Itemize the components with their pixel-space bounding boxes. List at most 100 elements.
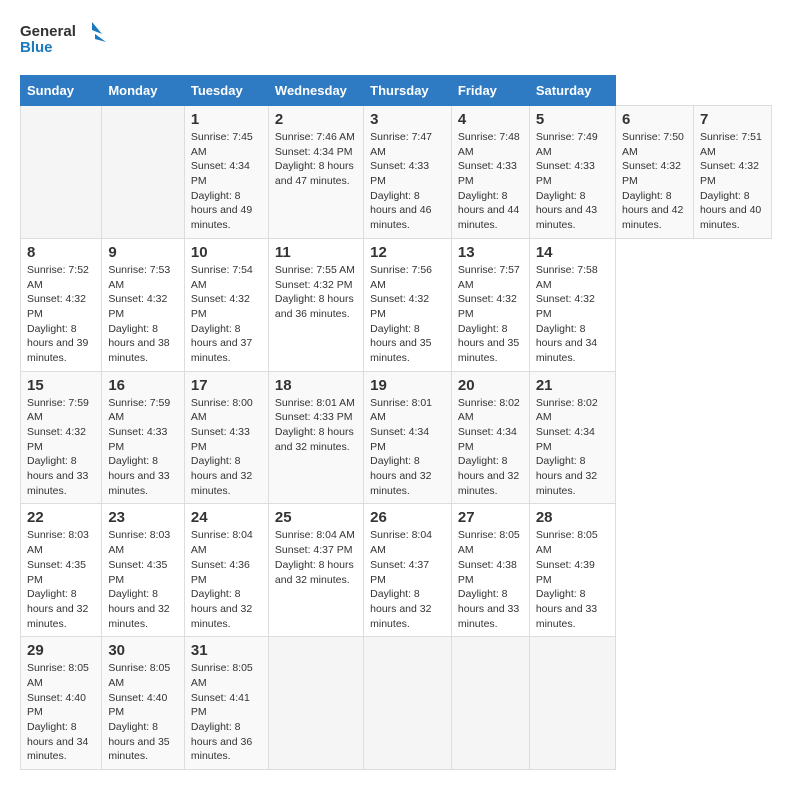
day-number: 17 [191, 377, 262, 394]
calendar-day-cell: 31 Sunrise: 8:05 AMSunset: 4:41 PMDayligh… [184, 637, 268, 770]
cell-content: Sunrise: 7:56 AMSunset: 4:32 PMDaylight:… [370, 263, 445, 366]
cell-content: Sunrise: 7:51 AMSunset: 4:32 PMDaylight:… [700, 130, 765, 233]
day-number: 30 [108, 642, 178, 659]
day-number: 4 [458, 111, 523, 128]
day-number: 6 [622, 111, 687, 128]
cell-content: Sunrise: 8:04 AMSunset: 4:37 PMDaylight:… [370, 528, 445, 631]
calendar-day-cell: 5 Sunrise: 7:49 AMSunset: 4:33 PMDaylight… [529, 106, 615, 239]
cell-content: Sunrise: 8:04 AMSunset: 4:36 PMDaylight:… [191, 528, 262, 631]
calendar-day-cell: 23 Sunrise: 8:03 AMSunset: 4:35 PMDayligh… [102, 504, 185, 637]
logo-svg: General Blue [20, 20, 110, 65]
cell-content: Sunrise: 7:47 AMSunset: 4:33 PMDaylight:… [370, 130, 445, 233]
cell-content: Sunrise: 8:00 AMSunset: 4:33 PMDaylight:… [191, 396, 262, 499]
cell-content: Sunrise: 8:01 AMSunset: 4:33 PMDaylight:… [275, 396, 357, 455]
day-header-sunday: Sunday [21, 76, 102, 106]
calendar-day-cell: 13Sunrise: 7:57 AMSunset: 4:32 PMDayligh… [451, 238, 529, 371]
day-number: 16 [108, 377, 178, 394]
day-number: 28 [536, 509, 609, 526]
day-number: 31 [191, 642, 262, 659]
cell-content: Sunrise: 7:59 AMSunset: 4:33 PMDaylight:… [108, 396, 178, 499]
calendar-body: 1 Sunrise: 7:45 AMSunset: 4:34 PMDaylight… [21, 106, 772, 770]
cell-content: Sunrise: 7:59 AMSunset: 4:32 PMDaylight:… [27, 396, 95, 499]
calendar-week-row: 29 Sunrise: 8:05 AMSunset: 4:40 PMDayligh… [21, 637, 772, 770]
calendar-day-cell: 24 Sunrise: 8:04 AMSunset: 4:36 PMDayligh… [184, 504, 268, 637]
cell-content: Sunrise: 7:46 AMSunset: 4:34 PMDaylight:… [275, 130, 357, 189]
calendar-table: SundayMondayTuesdayWednesdayThursdayFrid… [20, 75, 772, 770]
day-number: 25 [275, 509, 357, 526]
day-number: 24 [191, 509, 262, 526]
calendar-day-cell: 22 Sunrise: 8:03 AMSunset: 4:35 PMDayligh… [21, 504, 102, 637]
day-number: 14 [536, 244, 609, 261]
day-number: 26 [370, 509, 445, 526]
calendar-day-cell: 19 Sunrise: 8:01 AMSunset: 4:34 PMDayligh… [364, 371, 452, 504]
cell-content: Sunrise: 8:03 AMSunset: 4:35 PMDaylight:… [27, 528, 95, 631]
calendar-day-cell: 16 Sunrise: 7:59 AMSunset: 4:33 PMDayligh… [102, 371, 185, 504]
calendar-day-cell: 9Sunrise: 7:53 AMSunset: 4:32 PMDaylight… [102, 238, 185, 371]
day-header-friday: Friday [451, 76, 529, 106]
day-number: 23 [108, 509, 178, 526]
calendar-day-cell: 28 Sunrise: 8:05 AMSunset: 4:39 PMDayligh… [529, 504, 615, 637]
cell-content: Sunrise: 7:55 AMSunset: 4:32 PMDaylight:… [275, 263, 357, 322]
calendar-day-cell: 4Sunrise: 7:48 AMSunset: 4:33 PMDaylight… [451, 106, 529, 239]
day-number: 1 [191, 111, 262, 128]
calendar-day-cell: 30 Sunrise: 8:05 AMSunset: 4:40 PMDayligh… [102, 637, 185, 770]
day-number: 8 [27, 244, 95, 261]
calendar-day-cell: 1 Sunrise: 7:45 AMSunset: 4:34 PMDaylight… [184, 106, 268, 239]
calendar-week-row: 8Sunrise: 7:52 AMSunset: 4:32 PMDaylight… [21, 238, 772, 371]
day-number: 22 [27, 509, 95, 526]
day-number: 20 [458, 377, 523, 394]
calendar-day-cell: 14Sunrise: 7:58 AMSunset: 4:32 PMDayligh… [529, 238, 615, 371]
cell-content: Sunrise: 8:05 AMSunset: 4:39 PMDaylight:… [536, 528, 609, 631]
calendar-day-cell: 18Sunrise: 8:01 AMSunset: 4:33 PMDayligh… [268, 371, 363, 504]
day-number: 3 [370, 111, 445, 128]
day-number: 10 [191, 244, 262, 261]
calendar-day-cell: 6 Sunrise: 7:50 AMSunset: 4:32 PMDaylight… [616, 106, 694, 239]
logo-area: General Blue [20, 20, 110, 65]
day-header-monday: Monday [102, 76, 185, 106]
day-header-tuesday: Tuesday [184, 76, 268, 106]
day-header-thursday: Thursday [364, 76, 452, 106]
cell-content: Sunrise: 8:04 AMSunset: 4:37 PMDaylight:… [275, 528, 357, 587]
cell-content: Sunrise: 8:03 AMSunset: 4:35 PMDaylight:… [108, 528, 178, 631]
calendar-day-cell: 20Sunrise: 8:02 AMSunset: 4:34 PMDayligh… [451, 371, 529, 504]
calendar-day-cell: 29 Sunrise: 8:05 AMSunset: 4:40 PMDayligh… [21, 637, 102, 770]
cell-content: Sunrise: 7:54 AMSunset: 4:32 PMDaylight:… [191, 263, 262, 366]
calendar-day-cell: 8Sunrise: 7:52 AMSunset: 4:32 PMDaylight… [21, 238, 102, 371]
day-number: 13 [458, 244, 523, 261]
cell-content: Sunrise: 8:05 AMSunset: 4:38 PMDaylight:… [458, 528, 523, 631]
day-number: 7 [700, 111, 765, 128]
cell-content: Sunrise: 8:01 AMSunset: 4:34 PMDaylight:… [370, 396, 445, 499]
calendar-week-row: 1 Sunrise: 7:45 AMSunset: 4:34 PMDaylight… [21, 106, 772, 239]
calendar-header-row: SundayMondayTuesdayWednesdayThursdayFrid… [21, 76, 772, 106]
cell-content: Sunrise: 8:05 AMSunset: 4:40 PMDaylight:… [27, 661, 95, 764]
calendar-day-cell: 2 Sunrise: 7:46 AMSunset: 4:34 PMDaylight… [268, 106, 363, 239]
day-number: 11 [275, 244, 357, 261]
day-number: 5 [536, 111, 609, 128]
calendar-day-cell [529, 637, 615, 770]
svg-text:General: General [20, 23, 76, 40]
day-number: 29 [27, 642, 95, 659]
cell-content: Sunrise: 7:50 AMSunset: 4:32 PMDaylight:… [622, 130, 687, 233]
svg-text:Blue: Blue [20, 39, 53, 56]
day-number: 27 [458, 509, 523, 526]
day-number: 21 [536, 377, 609, 394]
calendar-day-cell: 10 Sunrise: 7:54 AMSunset: 4:32 PMDayligh… [184, 238, 268, 371]
day-number: 2 [275, 111, 357, 128]
calendar-day-cell: 27 Sunrise: 8:05 AMSunset: 4:38 PMDayligh… [451, 504, 529, 637]
cell-content: Sunrise: 7:45 AMSunset: 4:34 PMDaylight:… [191, 130, 262, 233]
day-number: 15 [27, 377, 95, 394]
calendar-day-cell: 11 Sunrise: 7:55 AMSunset: 4:32 PMDayligh… [268, 238, 363, 371]
day-number: 19 [370, 377, 445, 394]
empty-cell [21, 106, 102, 239]
cell-content: Sunrise: 8:02 AMSunset: 4:34 PMDaylight:… [536, 396, 609, 499]
cell-content: Sunrise: 8:05 AMSunset: 4:40 PMDaylight:… [108, 661, 178, 764]
calendar-day-cell: 25 Sunrise: 8:04 AMSunset: 4:37 PMDayligh… [268, 504, 363, 637]
page-header: General Blue [20, 20, 772, 65]
cell-content: Sunrise: 7:53 AMSunset: 4:32 PMDaylight:… [108, 263, 178, 366]
calendar-day-cell: 3 Sunrise: 7:47 AMSunset: 4:33 PMDaylight… [364, 106, 452, 239]
calendar-week-row: 15 Sunrise: 7:59 AMSunset: 4:32 PMDayligh… [21, 371, 772, 504]
cell-content: Sunrise: 7:49 AMSunset: 4:33 PMDaylight:… [536, 130, 609, 233]
cell-content: Sunrise: 8:05 AMSunset: 4:41 PMDaylight:… [191, 661, 262, 764]
empty-cell [102, 106, 185, 239]
calendar-day-cell: 26 Sunrise: 8:04 AMSunset: 4:37 PMDayligh… [364, 504, 452, 637]
